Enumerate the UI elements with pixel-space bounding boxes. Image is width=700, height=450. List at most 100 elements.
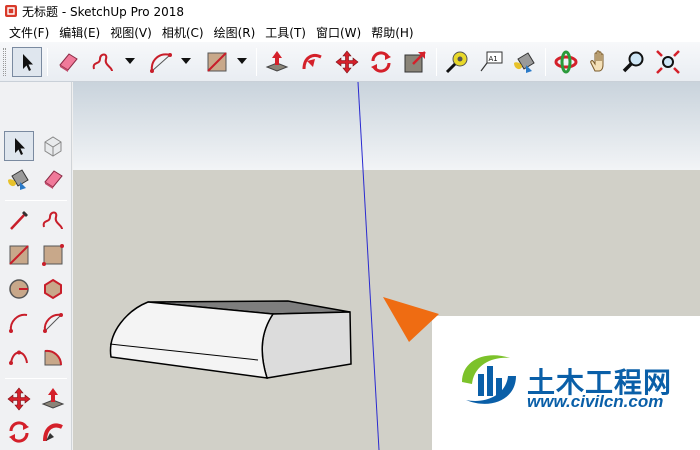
push-pull-tool-button[interactable] <box>262 47 292 77</box>
main-toolbar: A1 <box>0 42 700 82</box>
arc-tool-button[interactable] <box>4 308 34 338</box>
freehand-tool-button[interactable] <box>88 47 118 77</box>
circle-tool-button[interactable] <box>4 274 34 304</box>
move-tool-button[interactable] <box>332 47 362 77</box>
toolbar-grip[interactable] <box>3 48 6 76</box>
circle-icon <box>9 279 29 299</box>
arc-dropdown-button[interactable] <box>180 54 192 68</box>
paint-bucket-icon <box>514 52 535 73</box>
pan-tool-button[interactable] <box>585 47 615 77</box>
chevron-down-icon <box>125 58 135 64</box>
menu-view[interactable]: 视图(V) <box>105 24 157 41</box>
move-icon <box>7 387 31 411</box>
rotated-rectangle-icon <box>42 244 64 266</box>
polygon-icon <box>44 278 62 300</box>
menu-help[interactable]: 帮助(H) <box>366 24 418 41</box>
arc-icon <box>150 53 172 73</box>
toolbar-separator <box>5 200 67 201</box>
menu-file[interactable]: 文件(F) <box>4 24 54 41</box>
eraser-icon <box>44 170 63 189</box>
component-icon <box>44 136 62 157</box>
menu-camera[interactable]: 相机(C) <box>157 24 209 41</box>
move-tool-button[interactable] <box>4 384 34 414</box>
blue-axis-line <box>357 82 380 450</box>
toolbar-separator <box>436 48 437 76</box>
paint-bucket-tool-button[interactable] <box>510 47 540 77</box>
text-tool-button[interactable]: A1 <box>476 47 506 77</box>
rotated-rectangle-tool-button[interactable] <box>38 240 68 270</box>
watermark-url: www.civilcn.com <box>527 392 664 411</box>
push-pull-tool-button[interactable] <box>38 384 68 414</box>
paint-bucket-icon <box>8 169 29 190</box>
chevron-down-icon <box>181 58 191 64</box>
pie-icon <box>44 349 63 366</box>
eraser-tool-button[interactable] <box>38 164 68 194</box>
follow-me-icon <box>302 54 322 70</box>
line-tool-button[interactable] <box>4 205 34 235</box>
zoom-tool-button[interactable] <box>619 47 649 77</box>
window-title: 无标题 - SketchUp Pro 2018 <box>22 4 184 19</box>
line-icon <box>10 211 28 230</box>
rectangle-tool-button[interactable] <box>202 47 232 77</box>
arc-tool-button[interactable] <box>146 47 176 77</box>
freehand-icon <box>92 53 113 72</box>
rectangle-icon <box>207 52 227 72</box>
eraser-icon <box>59 53 78 72</box>
menu-edit[interactable]: 编辑(E) <box>54 24 105 41</box>
push-pull-icon <box>265 51 289 72</box>
freehand-dropdown-button[interactable] <box>124 54 136 68</box>
menu-bar: 文件(F) 编辑(E) 视图(V) 相机(C) 绘图(R) 工具(T) 窗口(W… <box>0 22 700 42</box>
rotate-tool-button[interactable] <box>4 417 34 447</box>
rotate-icon <box>371 51 391 73</box>
menu-tools[interactable]: 工具(T) <box>260 24 311 41</box>
arc-icon <box>9 313 28 333</box>
toolbar-separator <box>5 378 67 379</box>
move-icon <box>335 50 359 74</box>
eraser-tool-button[interactable] <box>53 47 83 77</box>
toolbar-separator <box>256 48 257 76</box>
follow-me-tool-button[interactable] <box>297 47 327 77</box>
text-icon: A1 <box>480 51 503 72</box>
arrow-shape-icon <box>383 297 439 342</box>
rectangle-dropdown-button[interactable] <box>236 54 248 68</box>
menu-draw[interactable]: 绘图(R) <box>209 24 261 41</box>
zoom-extents-tool-button[interactable] <box>653 47 683 77</box>
push-pull-icon <box>41 388 65 409</box>
select-tool-button[interactable] <box>12 47 42 77</box>
watermark: 土木工程网 www.civilcn.com <box>383 297 700 450</box>
orbit-icon <box>554 50 578 74</box>
tape-measure-tool-button[interactable] <box>442 47 472 77</box>
two-point-arc-icon <box>43 313 63 333</box>
three-point-arc-icon <box>9 350 28 365</box>
zoom-extents-icon <box>656 50 680 74</box>
zoom-icon <box>622 51 644 73</box>
freehand-icon <box>42 211 63 230</box>
select-icon <box>15 138 25 155</box>
text-tool-label: A1 <box>489 55 498 63</box>
title-bar: 无标题 - SketchUp Pro 2018 <box>0 0 700 22</box>
follow-me-icon <box>43 423 63 442</box>
component-tool-button[interactable] <box>38 131 68 161</box>
sketchup-logo-icon <box>5 5 17 17</box>
rotate-icon <box>9 421 29 443</box>
pie-tool-button[interactable] <box>38 342 68 372</box>
tape-measure-icon <box>445 51 468 74</box>
freehand-tool-button[interactable] <box>38 205 68 235</box>
polygon-tool-button[interactable] <box>38 274 68 304</box>
rectangle-tool-button[interactable] <box>4 240 34 270</box>
pan-icon <box>590 50 604 72</box>
follow-me-tool-button[interactable] <box>38 417 68 447</box>
menu-window[interactable]: 窗口(W) <box>311 24 366 41</box>
select-icon <box>23 54 33 71</box>
scale-icon <box>404 51 426 73</box>
two-point-arc-tool-button[interactable] <box>38 308 68 338</box>
chevron-down-icon <box>237 58 247 64</box>
paint-bucket-tool-button[interactable] <box>4 164 34 194</box>
scale-tool-button[interactable] <box>400 47 430 77</box>
orbit-tool-button[interactable] <box>551 47 581 77</box>
range-hood-model[interactable] <box>109 300 352 379</box>
three-point-arc-tool-button[interactable] <box>4 342 34 372</box>
select-tool-button[interactable] <box>4 131 34 161</box>
toolbar-separator <box>545 48 546 76</box>
rotate-tool-button[interactable] <box>366 47 396 77</box>
